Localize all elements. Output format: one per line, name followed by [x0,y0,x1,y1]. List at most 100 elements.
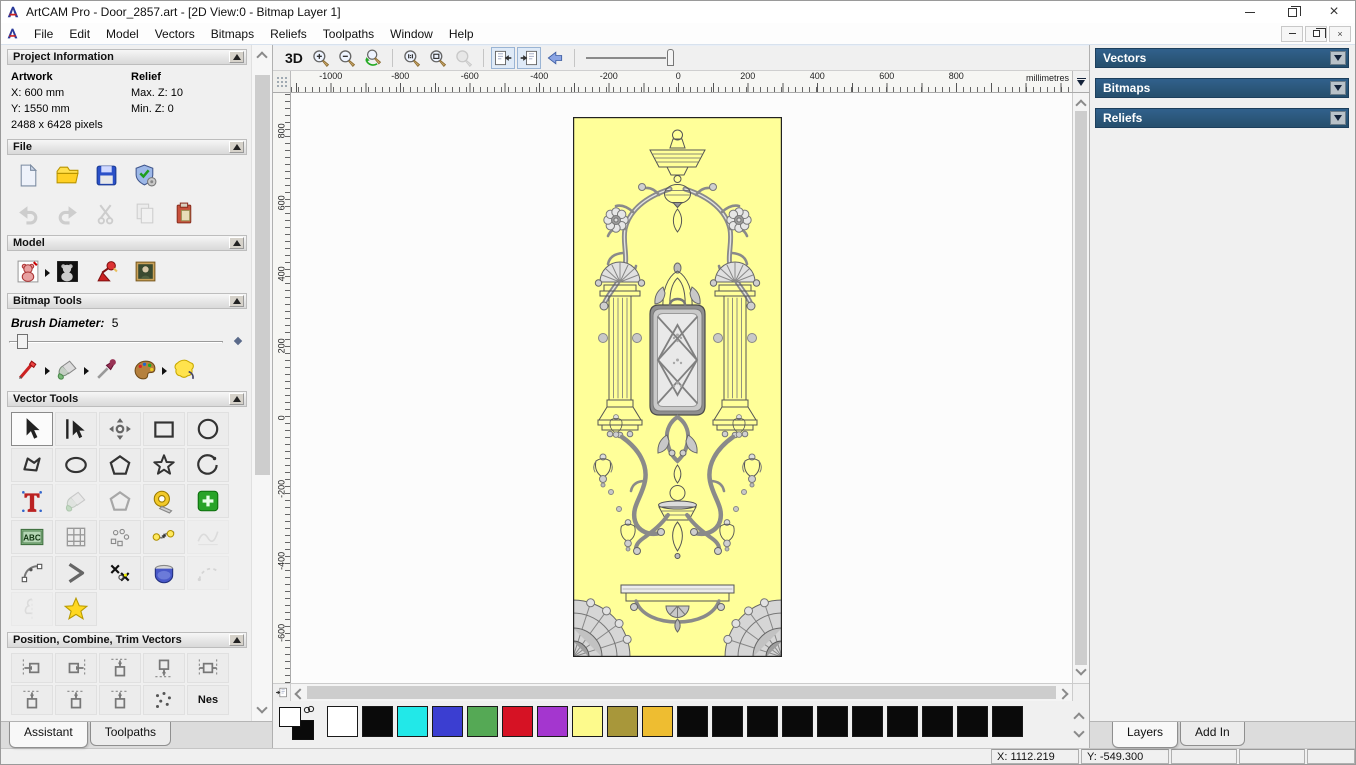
node-editing-button[interactable] [55,412,97,446]
units-dropdown-button[interactable] [1072,71,1089,92]
expand-button[interactable] [1330,111,1346,125]
select-vectors-button[interactable] [11,412,53,446]
scatter-copies-button[interactable] [143,685,185,715]
colour-swatch[interactable] [467,706,498,737]
colour-swatch[interactable] [432,706,463,737]
colour-swatch[interactable] [782,706,813,737]
zoom-object-button[interactable] [452,47,476,69]
menu-item[interactable]: File [26,24,61,44]
zoom-previous-button[interactable] [361,47,385,69]
colour-swatch[interactable] [572,706,603,737]
tab-layers[interactable]: Layers [1112,722,1179,748]
collapse-button[interactable] [229,295,244,307]
colour-swatch[interactable] [992,706,1023,737]
scroll-right-button[interactable] [1057,685,1072,700]
mirror-profile-button[interactable] [11,592,53,626]
greyscale-relief-button[interactable] [130,258,160,285]
distort-vectors-button[interactable] [55,520,97,554]
nesting-button[interactable]: Nes [187,685,229,715]
align-centre-button[interactable] [187,653,229,683]
colour-swatch[interactable] [397,706,428,737]
align-top-button[interactable] [99,653,141,683]
colour-swatch[interactable] [607,706,638,737]
colour-swatch[interactable] [817,706,848,737]
align-left-button[interactable] [11,653,53,683]
scroll-down-button[interactable] [252,702,272,719]
join-vectors-button[interactable] [55,556,97,590]
tab-add-in[interactable]: Add In [1180,722,1245,746]
reduce-colours-button[interactable] [169,356,199,383]
slider-handle[interactable] [17,334,28,349]
pointer-tool-button[interactable] [543,47,567,69]
save-model-button[interactable] [91,162,121,189]
align-bottom-button[interactable] [143,653,185,683]
flood-fill-button[interactable] [52,356,89,383]
collapse-button[interactable] [229,393,244,405]
copy-button[interactable] [130,200,160,227]
arc-fit-button[interactable] [11,556,53,590]
create-polygon-button[interactable] [99,448,141,482]
restore-button[interactable] [1271,1,1313,23]
fit-curve-button[interactable] [187,520,229,554]
colour-swatch[interactable] [712,706,743,737]
colour-swatch[interactable] [642,706,673,737]
mdi-minimize-button[interactable] [1281,25,1303,42]
zoom-out-button[interactable] [335,47,359,69]
colour-swatch[interactable] [747,706,778,737]
colour-palette-button[interactable] [130,356,167,383]
slider-handle[interactable] [666,49,674,66]
redo-button[interactable] [52,200,82,227]
cut-button[interactable] [91,200,121,227]
transform-vectors-button[interactable] [99,412,141,446]
primary-secondary-colour[interactable] [279,705,319,743]
chevron-down-icon[interactable] [1073,726,1085,738]
colour-swatch[interactable] [362,706,393,737]
menu-item[interactable]: Reliefs [262,24,315,44]
collapse-button[interactable] [229,51,244,63]
tab-toolpaths[interactable]: Toolpaths [89,722,172,746]
create-star-button[interactable] [143,448,185,482]
brush-diameter-slider[interactable] [9,333,243,349]
scroll-down-button[interactable] [1073,664,1089,683]
toggle-panel-button[interactable] [516,47,541,69]
new-model-button[interactable] [13,162,43,189]
collapse-button[interactable] [229,634,244,646]
collapse-button[interactable] [229,237,244,249]
zoom-fit-button[interactable] [426,47,450,69]
colour-swatch[interactable] [537,706,568,737]
zoom-1to1-button[interactable] [400,47,424,69]
toggle-assistant-button[interactable] [490,47,515,69]
colour-swatch[interactable] [327,706,358,737]
contrast-slider[interactable] [585,48,678,68]
scroll-up-button[interactable] [252,47,272,63]
move-up-button[interactable] [99,685,141,715]
colour-swatch[interactable] [922,706,953,737]
scrollbar-thumb[interactable] [307,686,1056,699]
undo-button[interactable] [13,200,43,227]
measure-button[interactable] [143,484,185,518]
set-model-size-button[interactable] [13,258,50,285]
fillet-vectors-button[interactable] [99,484,141,518]
tab-assistant[interactable]: Assistant [9,722,88,748]
vertical-ruler[interactable]: 8006004002000-200-400-600-800 [273,93,291,683]
colour-swatch[interactable] [887,706,918,737]
menu-item[interactable]: Window [382,24,441,44]
trim-vectors-button[interactable] [99,556,141,590]
lighting-button[interactable] [91,258,121,285]
create-text-button[interactable] [11,484,53,518]
menu-item[interactable]: Toolpaths [315,24,382,44]
colour-swatch[interactable] [852,706,883,737]
paste-along-curve-button[interactable] [143,520,185,554]
zoom-in-button[interactable] [309,47,333,69]
open-model-button[interactable] [52,162,82,189]
menu-item[interactable]: Help [441,24,482,44]
toggle-3d-view-button[interactable]: 3D [281,50,307,66]
centre-in-page-button[interactable] [11,685,53,715]
menu-item[interactable]: Vectors [147,24,203,44]
scroll-left-button[interactable] [291,685,306,700]
menu-item[interactable]: Edit [61,24,98,44]
colour-swatch[interactable] [502,706,533,737]
close-button[interactable]: × [1313,1,1355,23]
menu-item[interactable]: Model [98,24,147,44]
create-ellipse-button[interactable] [55,448,97,482]
